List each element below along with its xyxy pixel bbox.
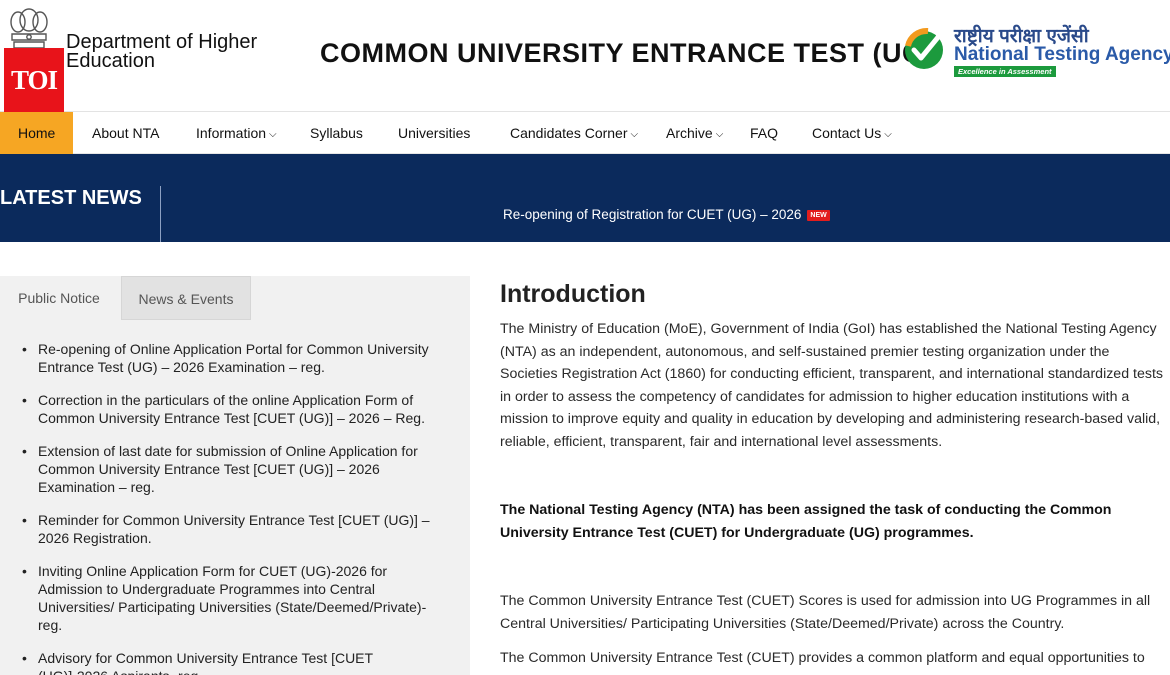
latest-news-label: LATEST NEWS <box>0 187 142 209</box>
toi-badge: TOI <box>4 48 64 112</box>
chevron-down-icon: ⌵ <box>269 129 277 140</box>
tab-public-notice[interactable]: Public Notice <box>0 276 118 320</box>
nav-item-archive[interactable]: Archive ⌵ <box>666 112 723 154</box>
national-emblem-icon <box>10 8 48 49</box>
nta-checkmark-icon <box>905 27 943 69</box>
nta-tagline: Excellence in Assessment <box>954 66 1056 77</box>
nav-item-home[interactable]: Home <box>0 112 74 154</box>
nav-item-faq[interactable]: FAQ <box>750 112 778 154</box>
tab-news-events[interactable]: News & Events <box>121 276 251 320</box>
notice-item[interactable]: Correction in the particulars of the onl… <box>22 391 442 427</box>
page-title: COMMON UNIVERSITY ENTRANCE TEST (UG) <box>320 38 934 68</box>
nta-logo[interactable]: राष्ट्रीय परीक्षा एजेंसी National Testin… <box>902 22 1170 82</box>
nav-item-label: Contact Us <box>812 125 882 141</box>
nav-item-contact-us[interactable]: Contact Us ⌵ <box>812 112 892 154</box>
introduction-section: Introduction The Ministry of Education (… <box>500 276 1170 666</box>
nav-item-label: About NTA <box>92 125 160 141</box>
nta-english-name: National Testing Agency <box>954 44 1170 65</box>
notice-item[interactable]: Re-opening of Online Application Portal … <box>22 340 442 376</box>
main-nav: Home About NTA Information ⌵ Syllabus Uni… <box>0 112 1170 154</box>
notice-item[interactable]: Reminder for Common University Entrance … <box>22 511 442 547</box>
notice-item[interactable]: Extension of last date for submission of… <box>22 442 442 496</box>
chevron-down-icon: ⌵ <box>715 129 724 140</box>
introduction-heading: Introduction <box>500 280 646 308</box>
intro-paragraph: The Common University Entrance Test (CUE… <box>500 593 1151 632</box>
news-ticker-text: Re-opening of Registration for CUET (UG)… <box>503 207 802 222</box>
nav-item-syllabus[interactable]: Syllabus <box>310 112 363 154</box>
department-name: Department of Higher Education <box>66 31 258 72</box>
nav-item-label: Universities <box>398 125 471 141</box>
nav-item-information[interactable]: Information ⌵ <box>196 112 277 154</box>
site-header: TOI Department of Higher Education COMMO… <box>0 0 1170 112</box>
intro-paragraph: The Common University Entrance Test (CUE… <box>500 650 1145 666</box>
nav-item-universities[interactable]: Universities <box>398 112 470 154</box>
nav-item-label: Syllabus <box>310 125 363 141</box>
news-divider <box>160 186 161 242</box>
chevron-down-icon: ⌵ <box>630 129 639 140</box>
nav-item-label: Candidates Corner <box>510 125 628 141</box>
nav-item-label: Information <box>196 125 267 141</box>
nav-item-label: FAQ <box>750 125 779 141</box>
nav-item-label: Home <box>18 125 56 141</box>
intro-paragraph: The Ministry of Education (MoE), Governm… <box>500 321 1163 450</box>
notice-item[interactable]: Inviting Online Application Form for CUE… <box>22 562 442 634</box>
new-badge: NEW <box>807 210 830 221</box>
nav-item-label: Archive <box>666 125 713 141</box>
notice-panel: Public Notice News & Events Re-opening o… <box>0 276 470 675</box>
latest-news-bar: LATEST NEWS Re-opening of Registration f… <box>0 154 1170 242</box>
nav-item-about-nta[interactable]: About NTA <box>92 112 159 154</box>
nav-item-candidates-corner[interactable]: Candidates Corner ⌵ <box>510 112 638 154</box>
news-ticker-link[interactable]: Re-opening of Registration for CUET (UG)… <box>503 154 830 242</box>
chevron-down-icon: ⌵ <box>884 129 892 140</box>
notice-item[interactable]: Advisory for Common University Entrance … <box>22 649 442 675</box>
notice-list: Re-opening of Online Application Portal … <box>22 340 442 675</box>
intro-paragraph-bold: The National Testing Agency (NTA) has be… <box>500 502 1112 541</box>
